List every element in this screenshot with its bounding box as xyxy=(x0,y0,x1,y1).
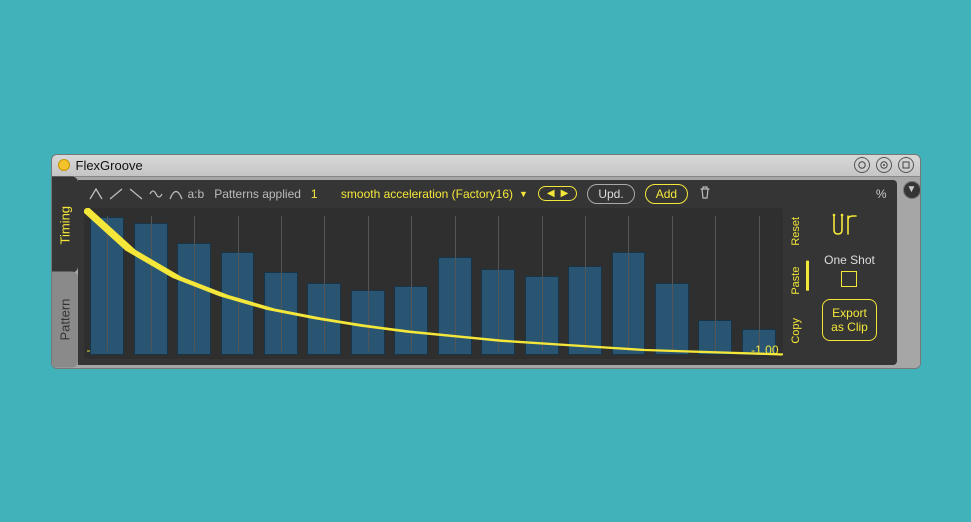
shape-sine-icon[interactable] xyxy=(148,187,164,201)
title-bar: FlexGroove xyxy=(52,155,920,177)
preset-selector[interactable]: smooth acceleration (Factory16) ▼ xyxy=(341,187,528,201)
preset-next-button[interactable]: ▶ xyxy=(561,188,569,199)
timing-chart[interactable]: - -1.00 xyxy=(84,208,783,359)
preset-nav: ◀ ▶ xyxy=(538,186,577,201)
oneshot-label: One Shot xyxy=(824,253,875,267)
oneshot-toggle[interactable] xyxy=(841,271,857,287)
tab-timing[interactable]: Timing xyxy=(52,177,78,273)
copy-paste-strip: Reset Paste Copy xyxy=(787,208,805,359)
preset-name: smooth acceleration (Factory16) xyxy=(341,187,513,201)
device-activator-dot[interactable] xyxy=(58,159,70,171)
brand-logo-icon xyxy=(830,212,870,241)
right-column: One Shot Export as Clip xyxy=(809,208,891,359)
shape-arc-icon[interactable] xyxy=(168,187,184,201)
tab-rail: Timing Pattern xyxy=(52,177,78,368)
patterns-applied-label: Patterns applied xyxy=(214,187,301,201)
axis-dash: - xyxy=(87,343,91,357)
shape-ramp-up-icon[interactable] xyxy=(108,187,124,201)
titlebar-button-3[interactable] xyxy=(898,157,914,173)
titlebar-button-1[interactable] xyxy=(854,157,870,173)
curve-readout: -1.00 xyxy=(751,343,778,357)
copy-button[interactable]: Copy xyxy=(787,307,805,355)
chevron-down-icon: ▼ xyxy=(519,189,528,199)
shape-ramp-down-icon[interactable] xyxy=(128,187,144,201)
titlebar-button-2[interactable] xyxy=(876,157,892,173)
shape-tri-down-icon[interactable] xyxy=(88,187,104,201)
timing-curve xyxy=(84,208,783,359)
percent-label: % xyxy=(876,187,887,201)
shape-ratio-label[interactable]: a:b xyxy=(188,187,205,201)
device-title: FlexGroove xyxy=(76,158,143,173)
reset-button[interactable]: Reset xyxy=(787,207,805,255)
expand-chevron-icon[interactable]: ▼ xyxy=(903,181,921,199)
export-as-clip-button[interactable]: Export as Clip xyxy=(822,299,877,342)
patterns-applied-count: 1 xyxy=(311,187,331,201)
device-window: FlexGroove Timing Pattern a xyxy=(51,154,921,369)
trash-icon[interactable] xyxy=(698,185,712,202)
curve-shape-picker: a:b xyxy=(88,187,205,201)
update-button[interactable]: Upd. xyxy=(587,184,634,204)
tab-pattern[interactable]: Pattern xyxy=(52,272,78,368)
paste-button[interactable]: Paste xyxy=(787,257,805,305)
preset-prev-button[interactable]: ◀ xyxy=(547,188,555,199)
add-button[interactable]: Add xyxy=(645,184,688,204)
main-panel: a:b Patterns applied 1 smooth accelerati… xyxy=(78,180,897,365)
toolbar: a:b Patterns applied 1 smooth accelerati… xyxy=(78,180,897,208)
